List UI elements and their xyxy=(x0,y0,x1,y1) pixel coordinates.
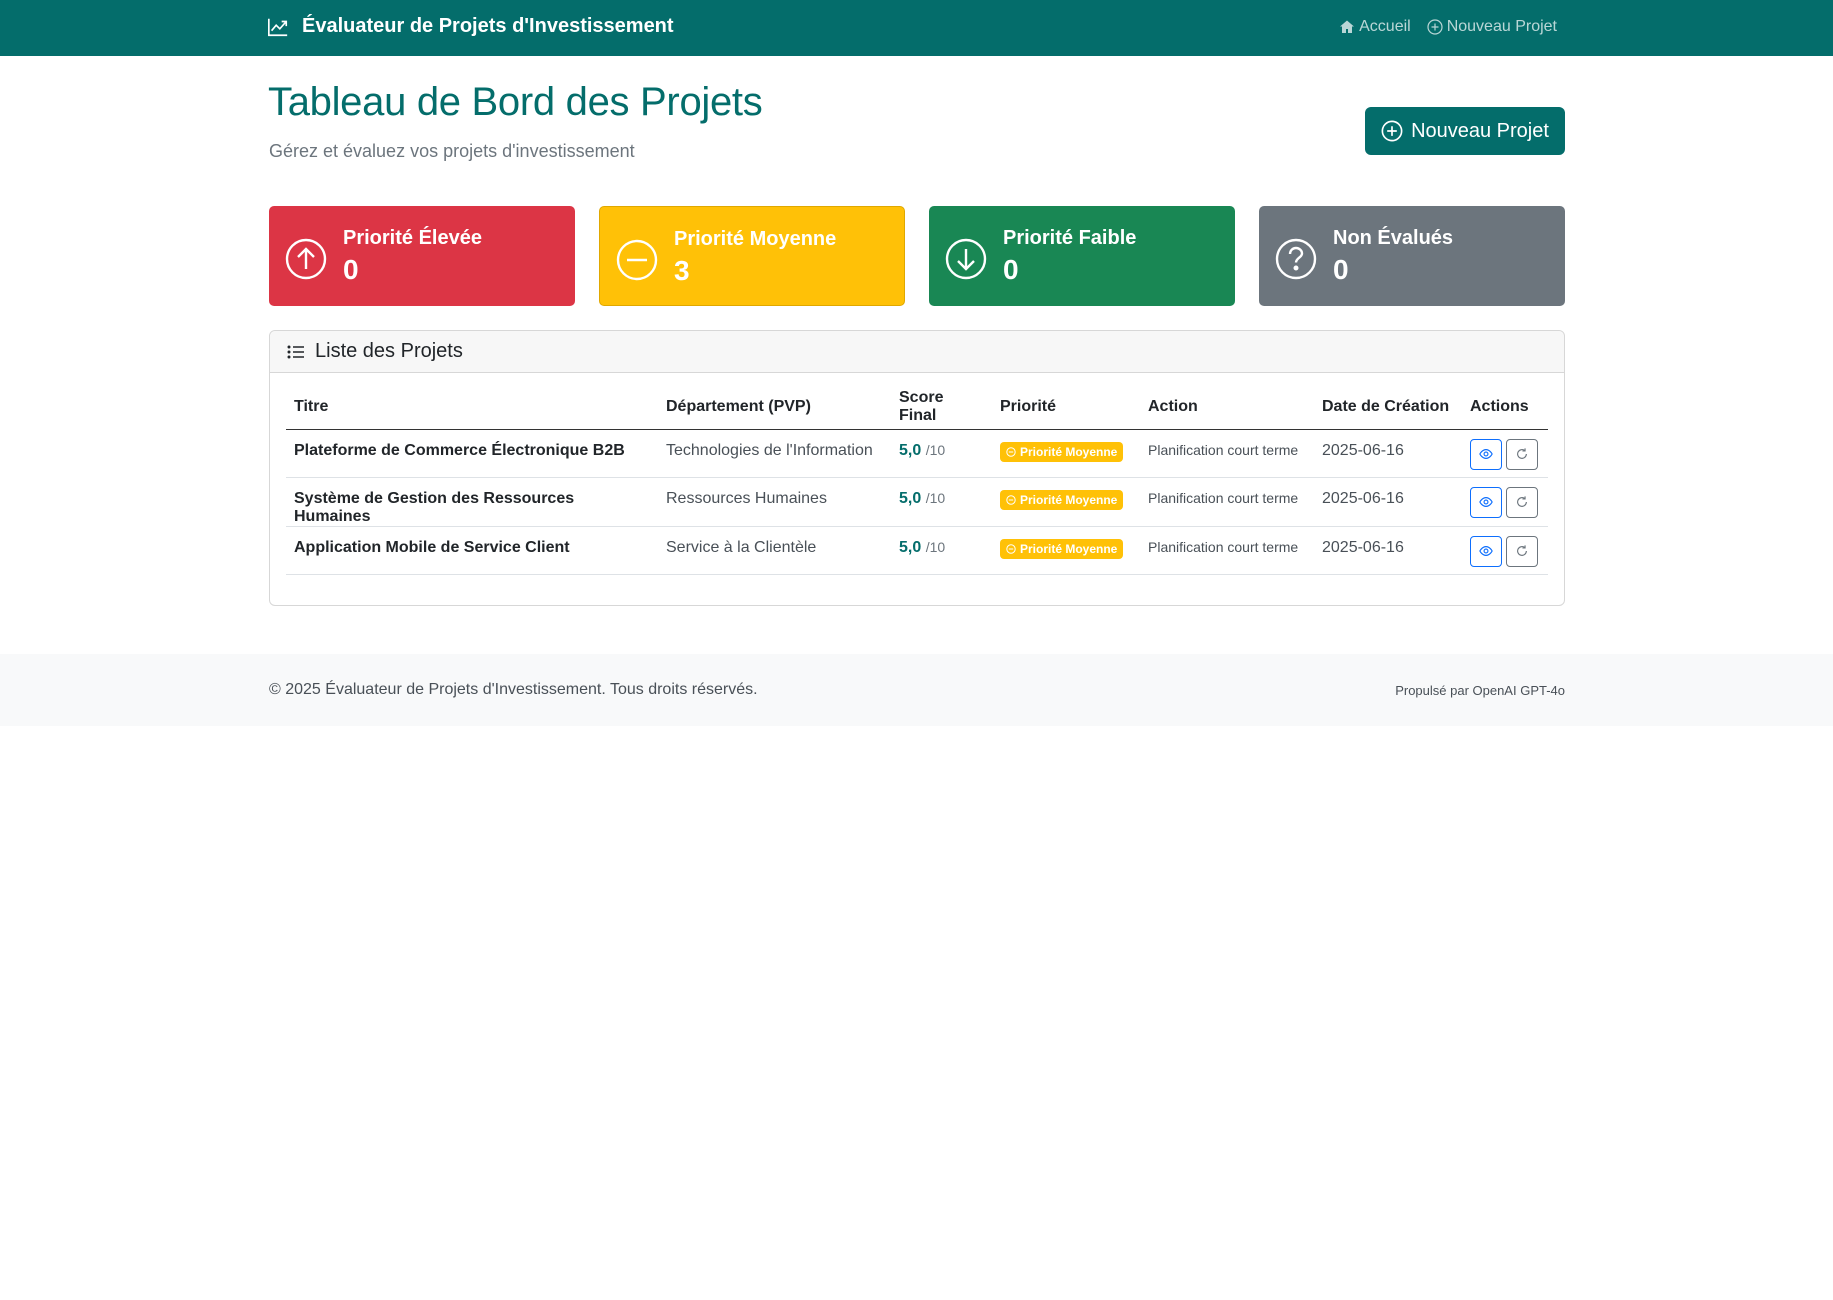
graph-up-icon xyxy=(268,18,288,36)
stat-value: 3 xyxy=(674,255,690,286)
refresh-icon xyxy=(1517,496,1527,507)
page-title: Tableau de Bord des Projets xyxy=(268,80,763,124)
view-project-button[interactable] xyxy=(1470,486,1502,518)
footer-powered-by: Propulsé par OpenAI GPT-4o xyxy=(1395,683,1565,698)
column-header: Priorité xyxy=(992,385,1140,430)
column-header: Action xyxy=(1140,385,1314,430)
brand-title: Évaluateur de Projets d'Investissement xyxy=(302,15,674,37)
list-icon xyxy=(287,345,304,358)
stat-label: Priorité Faible xyxy=(1003,227,1137,249)
stat-value: 0 xyxy=(1333,254,1349,285)
priority-badge: Priorité Moyenne xyxy=(1000,441,1124,462)
score-max: /10 xyxy=(925,538,946,555)
brand-link[interactable]: Évaluateur de Projets d'Investissement xyxy=(267,15,674,38)
table-row: Système de Gestion des Ressources Humain… xyxy=(286,477,1548,527)
project-department: Ressources Humaines xyxy=(658,477,891,527)
project-department: Technologies de l'Information xyxy=(658,429,891,478)
nav-new-project-link[interactable]: Nouveau Projet xyxy=(1427,18,1557,36)
stat-card-low-priority: Priorité Faible 0 xyxy=(929,206,1235,306)
navbar: Évaluateur de Projets d'Investissement A… xyxy=(0,0,1833,56)
eye-icon xyxy=(1479,497,1493,507)
project-action: Planification court terme xyxy=(1140,429,1314,478)
column-header: Département (PVP) xyxy=(658,385,891,430)
refresh-icon xyxy=(1517,448,1527,459)
project-list-card: Liste des Projets Titre Département (PVP… xyxy=(269,330,1565,606)
project-priority: Priorité Moyenne xyxy=(992,477,1140,527)
project-list-title: Liste des Projets xyxy=(315,340,463,362)
project-actions xyxy=(1462,526,1548,575)
nav-home-link[interactable]: Accueil xyxy=(1339,18,1411,36)
stat-label: Priorité Élevée xyxy=(343,227,482,249)
stat-card-medium-priority: Priorité Moyenne 3 xyxy=(599,206,905,306)
project-priority: Priorité Moyenne xyxy=(992,429,1140,478)
column-header: Actions xyxy=(1462,385,1548,430)
project-date: 2025-06-16 xyxy=(1314,477,1462,527)
priority-label: Priorité Moyenne xyxy=(1020,541,1118,556)
stat-value: 0 xyxy=(1003,254,1019,285)
priority-label: Priorité Moyenne xyxy=(1020,492,1118,507)
view-project-button[interactable] xyxy=(1470,438,1502,470)
project-department: Service à la Clientèle xyxy=(658,526,891,575)
score-value: 5,0 xyxy=(899,538,922,556)
table-header-row: Titre Département (PVP) Score Final Prio… xyxy=(286,385,1548,430)
score-value: 5,0 xyxy=(899,441,922,459)
project-score: 5,0 /10 xyxy=(891,477,992,527)
column-header: Titre xyxy=(286,385,658,430)
table-row: Application Mobile de Service Client Ser… xyxy=(286,526,1548,575)
priority-badge: Priorité Moyenne xyxy=(1000,538,1124,559)
project-title: Application Mobile de Service Client xyxy=(286,526,658,575)
project-action: Planification court terme xyxy=(1140,477,1314,527)
stat-card-unrated: Non Évalués 0 xyxy=(1259,206,1565,306)
view-project-button[interactable] xyxy=(1470,535,1502,567)
stat-label: Priorité Moyenne xyxy=(674,228,837,250)
priority-badge: Priorité Moyenne xyxy=(1000,489,1124,510)
page-subtitle: Gérez et évaluez vos projets d'investiss… xyxy=(269,141,635,161)
dash-circle-icon xyxy=(1006,446,1016,457)
table-row: Plateforme de Commerce Électronique B2B … xyxy=(286,429,1548,478)
nav-links: Accueil Nouveau Projet xyxy=(1339,18,1557,36)
house-icon xyxy=(1340,20,1355,33)
footer: © 2025 Évaluateur de Projets d'Investiss… xyxy=(0,654,1833,726)
score-max: /10 xyxy=(925,441,946,458)
plus-circle-icon xyxy=(1427,19,1443,35)
priority-label: Priorité Moyenne xyxy=(1020,444,1118,459)
dash-circle-icon xyxy=(1006,494,1016,505)
dash-circle-icon xyxy=(1006,543,1016,554)
stat-label: Non Évalués xyxy=(1333,227,1454,249)
project-title: Plateforme de Commerce Électronique B2B xyxy=(286,429,658,478)
footer-copyright: © 2025 Évaluateur de Projets d'Investiss… xyxy=(269,681,758,698)
arrow-up-circle-icon xyxy=(285,238,327,280)
score-value: 5,0 xyxy=(899,489,922,507)
project-actions xyxy=(1462,429,1548,478)
project-date: 2025-06-16 xyxy=(1314,526,1462,575)
nav-new-project-label: Nouveau Projet xyxy=(1446,18,1557,35)
plus-circle-icon xyxy=(1381,120,1403,142)
stat-card-high-priority: Priorité Élevée 0 xyxy=(269,206,575,306)
refresh-icon xyxy=(1517,545,1527,556)
reevaluate-project-button[interactable] xyxy=(1506,438,1538,470)
stat-value: 0 xyxy=(343,254,359,285)
question-circle-icon xyxy=(1275,238,1317,280)
reevaluate-project-button[interactable] xyxy=(1506,486,1538,518)
column-header: Score Final xyxy=(891,385,992,430)
project-score: 5,0 /10 xyxy=(891,526,992,575)
new-project-label: Nouveau Projet xyxy=(1411,119,1549,142)
eye-icon xyxy=(1479,449,1493,459)
column-header: Date de Création xyxy=(1314,385,1462,430)
new-project-button[interactable]: Nouveau Projet xyxy=(1365,107,1565,155)
project-date: 2025-06-16 xyxy=(1314,429,1462,478)
project-list-header: Liste des Projets xyxy=(270,331,1564,373)
nav-home-label: Accueil xyxy=(1359,18,1411,35)
projects-table: Titre Département (PVP) Score Final Prio… xyxy=(286,385,1548,575)
reevaluate-project-button[interactable] xyxy=(1506,535,1538,567)
score-max: /10 xyxy=(925,489,946,506)
project-title: Système de Gestion des Ressources Humain… xyxy=(286,477,658,527)
eye-icon xyxy=(1479,546,1493,556)
project-priority: Priorité Moyenne xyxy=(992,526,1140,575)
project-actions xyxy=(1462,477,1548,527)
dash-circle-icon xyxy=(616,239,658,281)
project-score: 5,0 /10 xyxy=(891,429,992,478)
arrow-down-circle-icon xyxy=(945,238,987,280)
project-action: Planification court terme xyxy=(1140,526,1314,575)
